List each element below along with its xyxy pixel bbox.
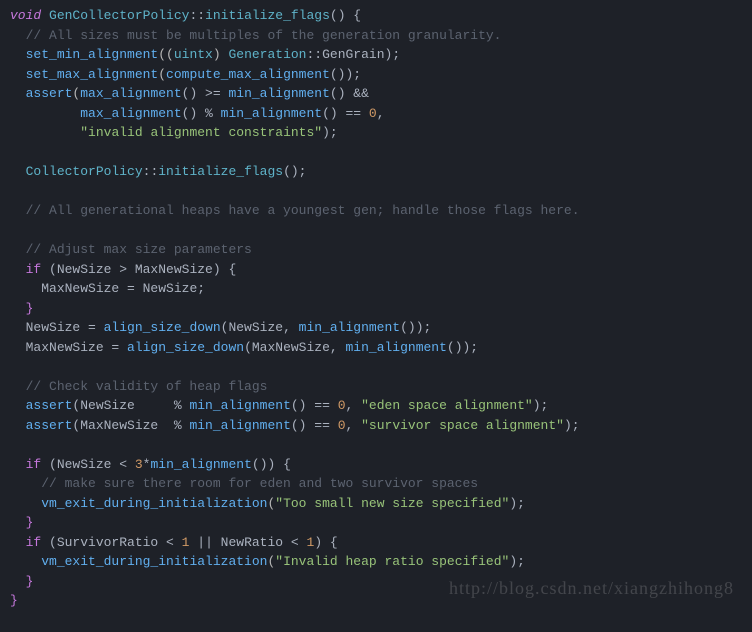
code-line: if (NewSize > MaxNewSize) { (10, 260, 742, 280)
code-line: set_min_alignment((uintx) Generation::Ge… (10, 45, 742, 65)
code-line: vm_exit_during_initialization("Invalid h… (10, 552, 742, 572)
code-line: // All sizes must be multiples of the ge… (10, 26, 742, 46)
code-line: max_alignment() % min_alignment() == 0, (10, 104, 742, 124)
code-line: MaxNewSize = align_size_down(MaxNewSize,… (10, 338, 742, 358)
code-line: vm_exit_during_initialization("Too small… (10, 494, 742, 514)
code-line: NewSize = align_size_down(NewSize, min_a… (10, 318, 742, 338)
code-block: void GenCollectorPolicy::initialize_flag… (10, 6, 742, 611)
code-line (10, 143, 742, 163)
code-line: if (NewSize < 3*min_alignment()) { (10, 455, 742, 475)
code-line: assert(NewSize % min_alignment() == 0, "… (10, 396, 742, 416)
code-line: assert(MaxNewSize % min_alignment() == 0… (10, 416, 742, 436)
code-line: "invalid alignment constraints"); (10, 123, 742, 143)
code-line (10, 357, 742, 377)
code-line (10, 221, 742, 241)
code-line: } (10, 591, 742, 611)
code-line: assert(max_alignment() >= min_alignment(… (10, 84, 742, 104)
code-line: void GenCollectorPolicy::initialize_flag… (10, 6, 742, 26)
code-line: // Check validity of heap flags (10, 377, 742, 397)
code-line: CollectorPolicy::initialize_flags(); (10, 162, 742, 182)
code-line: } (10, 572, 742, 592)
code-line: } (10, 513, 742, 533)
code-line: if (SurvivorRatio < 1 || NewRatio < 1) { (10, 533, 742, 553)
code-line: set_max_alignment(compute_max_alignment(… (10, 65, 742, 85)
code-line: MaxNewSize = NewSize; (10, 279, 742, 299)
code-line: // make sure there room for eden and two… (10, 474, 742, 494)
code-line: } (10, 299, 742, 319)
code-line (10, 435, 742, 455)
code-line (10, 182, 742, 202)
code-line: // Adjust max size parameters (10, 240, 742, 260)
code-line: // All generational heaps have a younges… (10, 201, 742, 221)
